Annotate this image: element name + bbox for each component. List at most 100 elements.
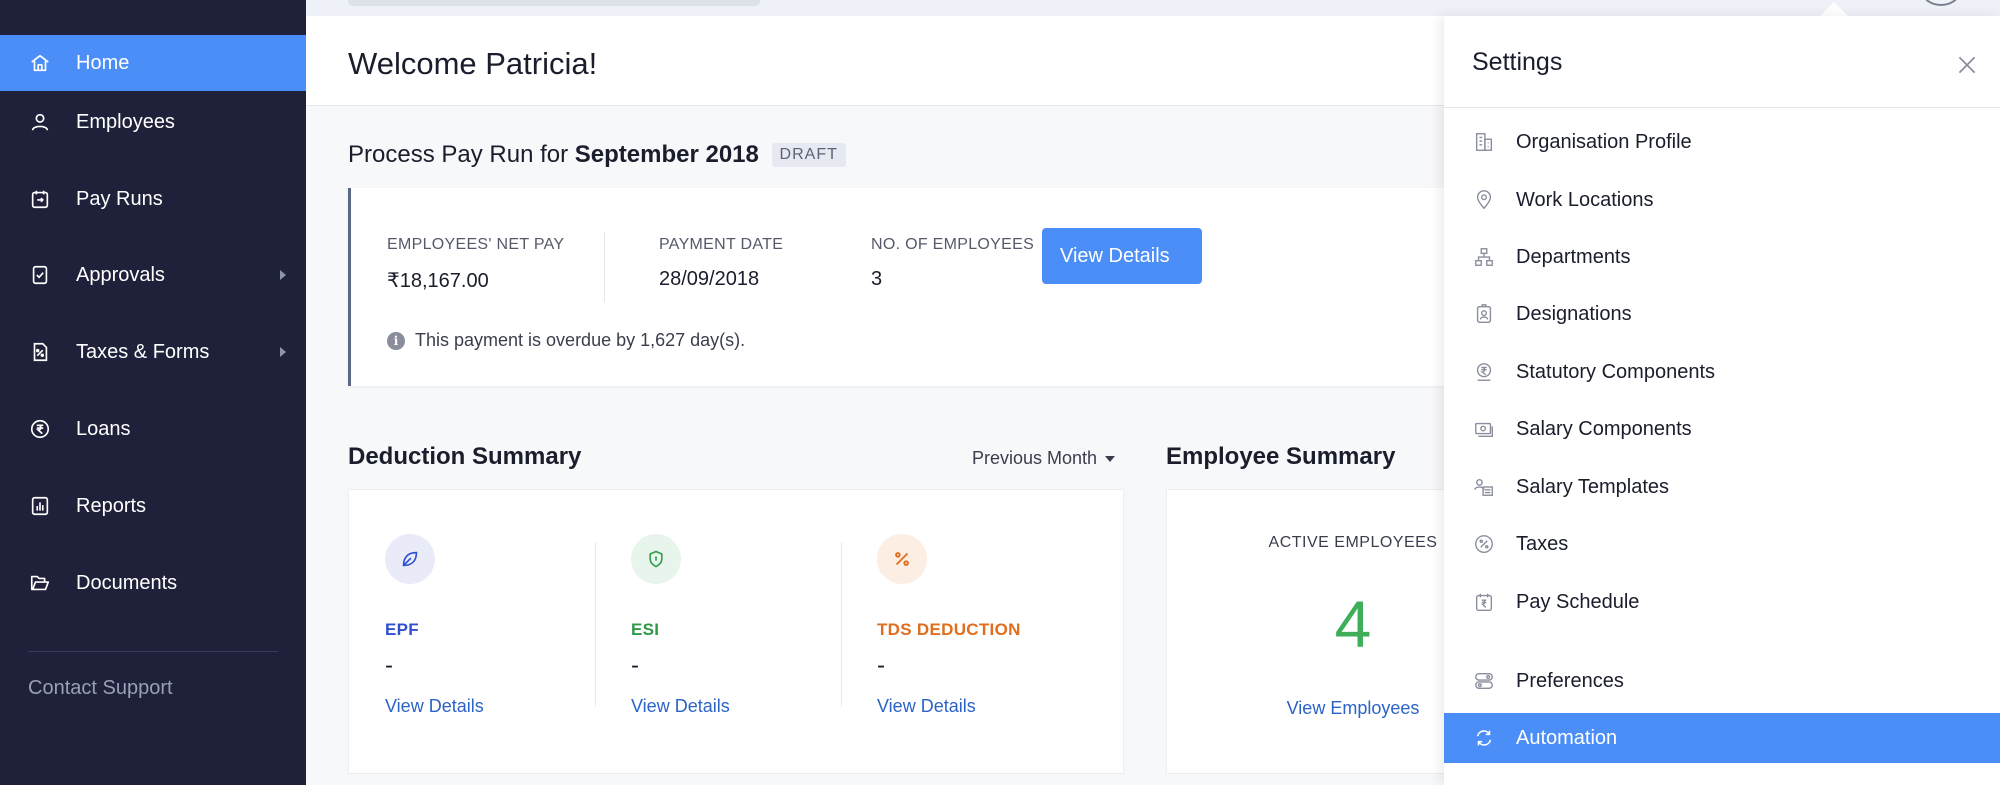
settings-item-label: Salary Templates <box>1516 475 1670 498</box>
divider <box>604 232 605 302</box>
deduction-name: ESI <box>631 620 660 639</box>
sidebar-item-pay-runs[interactable]: Pay Runs <box>0 171 306 227</box>
stat-value: 28/09/2018 <box>659 268 760 290</box>
settings-item-departments[interactable]: Departments <box>1444 232 2000 282</box>
salary-templates-icon <box>1472 475 1496 499</box>
close-icon[interactable] <box>1954 52 1982 80</box>
deduction-summary-title: Deduction Summary <box>348 443 582 470</box>
stat-employee-count: NO. OF EMPLOYEES 3 <box>871 236 1034 291</box>
approvals-icon <box>28 263 52 287</box>
settings-title: Settings <box>1472 48 1563 76</box>
info-icon: i <box>387 331 405 350</box>
settings-panel: Settings Organisation Profile Work Locat… <box>1444 16 2000 785</box>
deduction-epf: EPF - View Details <box>349 490 595 775</box>
deduction-value: - <box>631 652 639 679</box>
stat-net-pay: EMPLOYEES' NET PAY ₹18,167.00 <box>387 236 564 293</box>
stat-label: EMPLOYEES' NET PAY <box>387 236 565 253</box>
settings-header: Settings <box>1444 16 2000 108</box>
sidebar-item-documents[interactable]: Documents <box>0 555 306 611</box>
settings-item-label: Work Locations <box>1516 188 1654 211</box>
deduction-name: EPF <box>385 620 419 639</box>
sidebar-item-label: Approvals <box>76 263 165 286</box>
user-icon <box>28 110 52 134</box>
toggles-icon <box>1472 669 1496 693</box>
caret-down-icon <box>1105 455 1116 462</box>
sidebar-item-taxes-forms[interactable]: Taxes & Forms <box>0 324 306 380</box>
view-details-link[interactable]: View Details <box>877 696 976 717</box>
location-pin-icon <box>1472 188 1496 212</box>
percent-icon <box>877 534 927 584</box>
stat-payment-date: PAYMENT DATE 28/09/2018 <box>659 236 783 291</box>
view-details-link[interactable]: View Details <box>385 696 484 717</box>
sidebar-item-home[interactable]: Home <box>0 35 306 91</box>
settings-item-pay-schedule[interactable]: Pay Schedule <box>1444 577 2000 627</box>
settings-item-label: Designations <box>1516 302 1632 325</box>
stat-label: NO. OF EMPLOYEES <box>871 236 1035 253</box>
payrun-card: EMPLOYEES' NET PAY ₹18,167.00 PAYMENT DA… <box>348 188 1508 386</box>
settings-item-statutory-components[interactable]: Statutory Components <box>1444 347 2000 397</box>
avatar[interactable] <box>1922 0 1960 6</box>
settings-item-label: Taxes <box>1516 532 1569 555</box>
sidebar-item-label: Employees <box>76 110 175 133</box>
sidebar-item-approvals[interactable]: Approvals <box>0 247 306 303</box>
sidebar-item-label: Home <box>76 51 130 74</box>
overdue-note: i This payment is overdue by 1,627 day(s… <box>387 330 745 351</box>
rupee-circle-icon <box>28 417 52 441</box>
deduction-tds: TDS DEDUCTION - View Details <box>841 490 1087 775</box>
status-badge: DRAFT <box>771 143 846 167</box>
chevron-right-icon <box>280 347 286 357</box>
top-bar <box>306 0 2000 16</box>
deduction-esi: ESI - View Details <box>595 490 841 775</box>
sidebar-divider <box>28 651 278 652</box>
sidebar-item-loans[interactable]: Loans <box>0 401 306 457</box>
sidebar-item-label: Loans <box>76 417 131 440</box>
shield-icon <box>631 534 681 584</box>
chevron-right-icon <box>280 270 286 280</box>
stat-value: 3 <box>871 268 883 290</box>
deduction-value: - <box>385 652 393 679</box>
settings-item-label: Pay Schedule <box>1516 590 1640 613</box>
refresh-icon <box>1472 726 1496 750</box>
org-chart-icon <box>1472 245 1496 269</box>
settings-item-label: Departments <box>1516 245 1631 268</box>
deduction-name: TDS DEDUCTION <box>877 620 1021 639</box>
settings-item-automation[interactable]: Automation <box>1444 713 2000 763</box>
settings-item-preferences[interactable]: Preferences <box>1444 656 2000 706</box>
sidebar-item-label: Documents <box>76 571 178 594</box>
sidebar: Home Employees Pay Runs Approvals Taxes … <box>0 0 306 785</box>
settings-item-salary-components[interactable]: Salary Components <box>1444 404 2000 454</box>
view-details-link[interactable]: View Details <box>631 696 730 717</box>
settings-item-organisation-profile[interactable]: Organisation Profile <box>1444 117 2000 167</box>
settings-item-work-locations[interactable]: Work Locations <box>1444 175 2000 225</box>
sidebar-item-label: Taxes & Forms <box>76 340 210 363</box>
home-icon <box>28 51 52 75</box>
settings-item-taxes[interactable]: Taxes <box>1444 519 2000 569</box>
settings-item-salary-templates[interactable]: Salary Templates <box>1444 462 2000 512</box>
settings-item-label: Statutory Components <box>1516 360 1715 383</box>
taxes-icon <box>1472 532 1496 556</box>
employee-summary-title: Employee Summary <box>1166 443 1396 470</box>
statutory-icon <box>1472 360 1496 384</box>
sidebar-item-reports[interactable]: Reports <box>0 478 306 534</box>
deduction-value: - <box>877 652 885 679</box>
sidebar-item-label: Reports <box>76 494 147 517</box>
contact-support-link[interactable]: Contact Support <box>28 677 173 700</box>
deduction-summary-card: EPF - View Details ESI - View Details TD… <box>348 489 1124 774</box>
building-icon <box>1472 130 1496 154</box>
period-select-value: Previous Month <box>972 448 1098 468</box>
search-input[interactable] <box>348 0 760 6</box>
leaf-icon <box>385 534 435 584</box>
view-details-button[interactable]: View Details <box>1042 228 1202 284</box>
stat-label: PAYMENT DATE <box>659 236 784 253</box>
settings-item-designations[interactable]: Designations <box>1444 289 2000 339</box>
page-title: Welcome Patricia! <box>348 46 598 81</box>
sidebar-item-label: Pay Runs <box>76 187 163 210</box>
folder-icon <box>28 571 52 595</box>
payrun-title: Process Pay Run for September 2018 DRAFT <box>348 141 846 169</box>
reports-icon <box>28 494 52 518</box>
sidebar-item-employees[interactable]: Employees <box>0 94 306 150</box>
period-select[interactable]: Previous Month <box>972 448 1116 469</box>
settings-item-label: Organisation Profile <box>1516 130 1692 153</box>
payrun-title-prefix: Process Pay Run for <box>348 141 569 168</box>
calendar-rupee-icon <box>1472 590 1496 614</box>
